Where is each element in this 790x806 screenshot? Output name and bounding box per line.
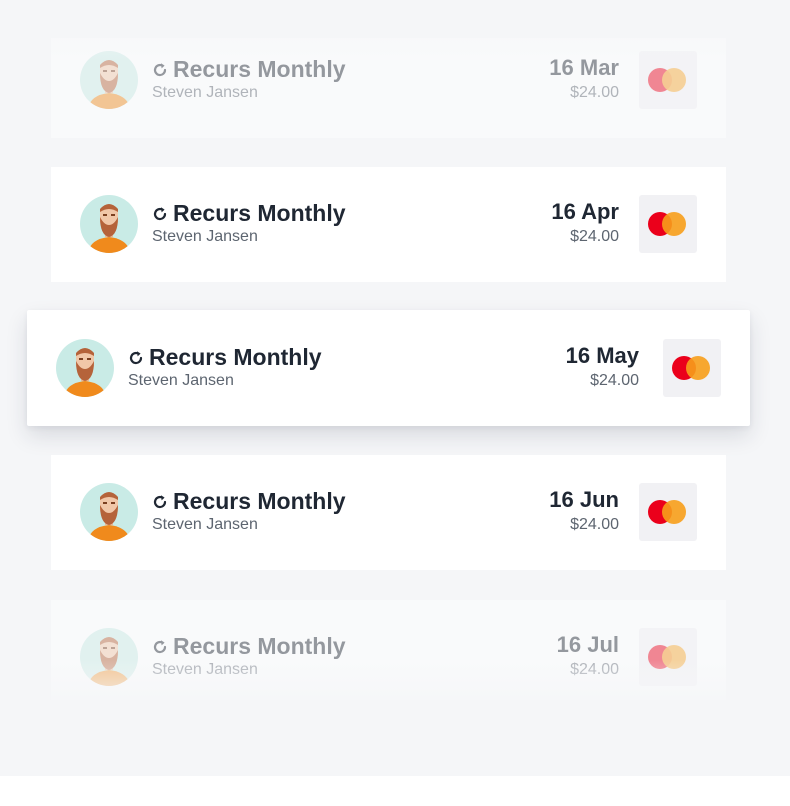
mastercard-icon: [639, 51, 697, 109]
payment-title-text: Recurs Monthly: [173, 488, 346, 514]
mastercard-icon: [639, 628, 697, 686]
payment-date: 16 Mar: [549, 55, 619, 80]
payment-title-text: Recurs Monthly: [173, 56, 346, 82]
avatar-person-icon: [64, 348, 106, 397]
bottom-band: [0, 776, 790, 806]
payment-title: Recurs Monthly: [151, 200, 346, 227]
recurring-icon: [151, 61, 169, 79]
avatar: [80, 483, 138, 541]
mastercard-icon: [663, 339, 721, 397]
payment-title: Recurs Monthly: [151, 56, 346, 83]
payment-card[interactable]: Recurs Monthly Steven Jansen 16 Jul $24.…: [51, 600, 726, 700]
payment-card-selected[interactable]: Recurs Monthly Steven Jansen 16 May $24.…: [27, 310, 750, 426]
payment-title-text: Recurs Monthly: [149, 344, 322, 370]
avatar: [80, 51, 138, 109]
payment-title: Recurs Monthly: [127, 344, 322, 371]
avatar-person-icon: [88, 60, 130, 109]
payment-title-text: Recurs Monthly: [173, 633, 346, 659]
payment-date: 16 May: [565, 343, 639, 368]
payment-card[interactable]: Recurs Monthly Steven Jansen 16 Jun $24.…: [51, 455, 726, 570]
payment-amount: $24.00: [590, 372, 639, 389]
payment-title: Recurs Monthly: [151, 488, 346, 515]
payment-card[interactable]: Recurs Monthly Steven Jansen 16 Mar $24.…: [51, 38, 726, 138]
recurring-icon: [151, 638, 169, 656]
payment-amount: $24.00: [570, 228, 619, 245]
avatar-person-icon: [88, 204, 130, 253]
payment-date: 16 Apr: [551, 199, 619, 224]
payment-amount: $24.00: [570, 661, 619, 678]
avatar-person-icon: [88, 492, 130, 541]
avatar-person-icon: [88, 637, 130, 686]
recurring-icon: [151, 493, 169, 511]
payment-title-text: Recurs Monthly: [173, 200, 346, 226]
payment-title: Recurs Monthly: [151, 633, 346, 660]
recurring-icon: [151, 205, 169, 223]
payer-name: Steven Jansen: [152, 228, 258, 245]
mastercard-icon: [639, 195, 697, 253]
payment-amount: $24.00: [570, 84, 619, 101]
payer-name: Steven Jansen: [152, 516, 258, 533]
payer-name: Steven Jansen: [128, 372, 234, 389]
avatar: [56, 339, 114, 397]
payment-amount: $24.00: [570, 516, 619, 533]
payment-date: 16 Jul: [556, 632, 619, 657]
payer-name: Steven Jansen: [152, 661, 258, 678]
mastercard-icon: [639, 483, 697, 541]
payment-card[interactable]: Recurs Monthly Steven Jansen 16 Apr $24.…: [51, 167, 726, 282]
avatar: [80, 195, 138, 253]
avatar: [80, 628, 138, 686]
payment-date: 16 Jun: [549, 487, 619, 512]
payer-name: Steven Jansen: [152, 84, 258, 101]
recurring-icon: [127, 349, 145, 367]
